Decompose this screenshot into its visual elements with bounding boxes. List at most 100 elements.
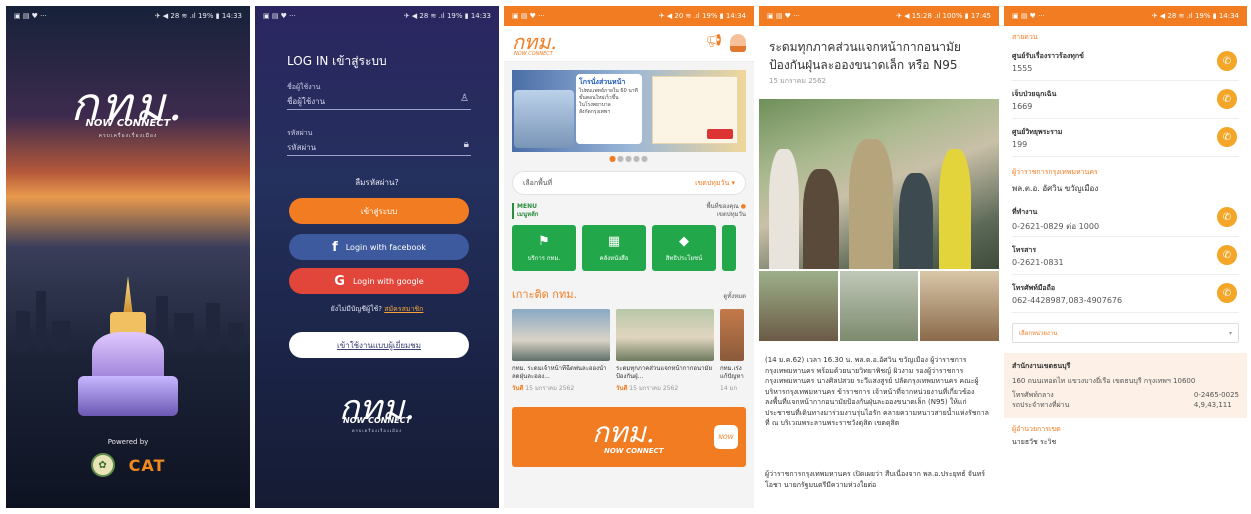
banner-line: ไปพบแพทย์ภายใน 60 นาที: [579, 88, 638, 94]
banner-line: สังกัดกรุงเทพฯ: [579, 109, 611, 115]
article-main-photo[interactable]: [759, 99, 999, 269]
phone-call-icon[interactable]: ✆: [1217, 245, 1237, 265]
guest-login-button[interactable]: เข้าใช้งานแบบผู้เยี่ยมชม: [289, 332, 469, 358]
username-field[interactable]: ชื่อผู้ใช้งาน ♙: [287, 92, 471, 110]
district-label: เลือกพื้นที่: [523, 178, 553, 187]
article-thumbnail[interactable]: [759, 271, 838, 341]
article-thumbnail[interactable]: [839, 271, 919, 341]
location-info: พื้นที่ของคุณ ● เขตปทุมวัน: [707, 203, 746, 219]
news-image: [616, 309, 714, 361]
google-login-button[interactable]: G Login with google: [289, 268, 469, 294]
tagline: ครบเครื่องเรื่องเมือง: [351, 428, 403, 433]
now-connect-text: NOW CONNECT: [85, 118, 171, 129]
status-right: ✈ ◀ 20 ≋ .ıl 19% ▮ 14:34: [658, 12, 746, 20]
location-label: พื้นที่ของคุณ: [706, 203, 739, 210]
phone-call-icon[interactable]: ✆: [1217, 283, 1237, 303]
tile-more[interactable]: [722, 225, 736, 271]
promo-banner[interactable]: โกรนั่งส่วนหน้า ไปพบแพทย์ภายใน 60 นาที ข…: [512, 70, 746, 152]
screenshot-collage: ▣ ▤ ♥ ··· ✈ ◀ 28 ≋ .ıl 19% ▮ 14:33 กทม. …: [0, 0, 1251, 514]
contact-item: โทรสาร 0-2621-0831 ✆: [1012, 237, 1239, 275]
news-card[interactable]: ระดมทุกภาคส่วนแจกหน้ากากอนามัยป้องกันฝุ่…: [616, 309, 714, 393]
carousel-dots[interactable]: ●●●●●: [504, 154, 754, 163]
contact-name: โทรศัพท์มือถือ: [1012, 284, 1056, 292]
phone-call-icon[interactable]: ✆: [1217, 127, 1237, 147]
contact-phone: 1669: [1012, 102, 1033, 111]
home-screen: ▣ ▤ ♥ ··· ✈ ◀ 20 ≋ .ıl 19% ▮ 14:34 กทม. …: [504, 6, 754, 508]
guest-button-label: เข้าใช้งานแบบผู้เยี่ยมชม: [337, 340, 421, 350]
office-card: สำนักงานเขตธนบุรี 160 ถนนเทอดไท แขวงบางย…: [1004, 353, 1247, 418]
status-right: ✈ ◀ 28 ≋ .ıl 19% ▮ 14:33: [403, 12, 491, 20]
banner-poster: [652, 76, 738, 144]
governor-section-title: ผู้ว่าราชการกรุงเทพมหานคร: [1012, 168, 1098, 176]
tile-bma-services[interactable]: ⚑ บริการ กทม.: [512, 225, 576, 271]
no-account-text: ยังไม่มีบัญชีผู้ใช้?: [330, 305, 383, 313]
facebook-button-label: Login with facebook: [345, 242, 426, 252]
central-phone-label: โทรศัพท์กลาง: [1012, 391, 1054, 399]
chevron-down-icon: ▾: [1228, 329, 1232, 337]
menu-sub: เมนูหลัก: [517, 211, 539, 218]
department-dropdown[interactable]: เลือกหน่วยงาน ▾: [1012, 323, 1239, 343]
map-pin-icon: ●: [740, 203, 746, 210]
contact-phone: 0-2621-0829 ต่อ 1000: [1012, 222, 1100, 231]
app-header: กทม. NOW CONNECT 📢︎: [504, 26, 754, 62]
phone-call-icon[interactable]: ✆: [1217, 207, 1237, 227]
dropdown-placeholder: เลือกหน่วยงาน: [1019, 330, 1058, 337]
hotline-section-title: สายด่วน: [1012, 33, 1038, 41]
central-phone-sub: รถประจำทางที่ผ่าน: [1012, 401, 1070, 409]
office-address: 160 ถนนเทอดไท แขวงบางยี่เรือ เขตธนบุรี ก…: [1012, 377, 1196, 385]
banner-line: ขั้นตอนใหม่เร็วขึ้น: [579, 95, 619, 101]
login-button[interactable]: เข้าสู่ระบบ: [289, 198, 469, 224]
news-card-title: กทม.เร่ง แก้ปัญหา: [720, 365, 744, 380]
tile-library[interactable]: ▦ คลังหนังสือ: [582, 225, 646, 271]
facebook-icon: f: [332, 239, 338, 255]
news-header: เกาะติด กทม. ดูทั้งหมด: [512, 285, 746, 303]
password-field[interactable]: รหัสผ่าน 🔒︎: [287, 138, 471, 156]
phone-call-icon[interactable]: ✆: [1217, 51, 1237, 71]
login-screen: ▣ ▤ ♥ ··· ✈ ◀ 28 ≋ .ıl 19% ▮ 14:33 LOG I…: [255, 6, 499, 508]
article-date: 15 มกราคม 2562: [769, 77, 827, 85]
tile-label: คลังหนังสือ: [599, 254, 629, 262]
district-selector[interactable]: เลือกพื้นที่ เขตปทุมวัน ▾: [512, 171, 746, 195]
partner-logos: ✿ CAT: [6, 453, 250, 477]
tagline: ครบเครื่องเรื่องเมือง: [98, 133, 158, 139]
avatar[interactable]: [730, 34, 746, 52]
news-see-all-link[interactable]: ดูทั้งหมด: [723, 291, 746, 301]
menu-label: MENU: [517, 203, 537, 210]
register-prompt: ยังไม่มีบัญชีผู้ใช้? สมัครสมาชิก: [255, 304, 499, 315]
contact-name: โทรสาร: [1012, 246, 1037, 254]
news-card-title: กทม. ระดมเจ้าหน้าที่ฉีดพ่นละอองน้ำลดฝุ่น…: [512, 365, 607, 380]
status-right: ✈ ◀ 15:28 .ıl 100% ▮ 17:45: [896, 12, 991, 20]
news-card-day: วันดี: [616, 385, 628, 392]
app-logo: กทม.: [70, 77, 186, 131]
menu-title: MENU เมนูหลัก: [512, 203, 538, 219]
article-thumbnail[interactable]: [920, 271, 999, 341]
golden-mount-temple: [78, 276, 178, 426]
news-card[interactable]: กทม. ระดมเจ้าหน้าที่ฉีดพ่นละอองน้ำลดฝุ่น…: [512, 309, 610, 393]
central-phone[interactable]: 0-2465-0025: [1194, 390, 1239, 400]
bma-seal-icon: ✿: [90, 453, 115, 477]
status-bar: ▣ ▤ ♥ ··· ✈ ◀ 28 ≋ .ıl 19% ▮ 14:33: [255, 6, 499, 26]
status-bar: ▣ ▤ ♥ ··· ✈ ◀ 15:28 .ıl 100% ▮ 17:45: [759, 6, 999, 26]
megaphone-icon[interactable]: 📢︎: [705, 34, 722, 52]
status-bar: ▣ ▤ ♥ ··· ✈ ◀ 28 ≋ .ıl 19% ▮ 14:33: [6, 6, 250, 26]
contact-phone: 199: [1012, 140, 1028, 149]
news-title: เกาะติด กทม.: [512, 288, 577, 301]
username-placeholder: ชื่อผู้ใช้งาน: [287, 97, 326, 106]
tile-privileges[interactable]: ◆ สิทธิประโยชน์: [652, 225, 716, 271]
article-body-continued: ผู้ว่าราชการกรุงเทพมหานคร เปิดเผยว่า สืบ…: [765, 470, 986, 489]
contacts-screen: ▣ ▤ ♥ ··· ✈ ◀ 28 ≋ .ıl 19% ▮ 14:34 สายด่…: [1004, 6, 1247, 508]
app-promo-banner[interactable]: กทม. NOW CONNECT NOW: [512, 407, 746, 467]
chevron-down-icon: ▾: [731, 178, 735, 187]
forgot-password-link[interactable]: ลืมรหัสผ่าน?: [255, 176, 499, 189]
login-button-label: เข้าสู่ระบบ: [360, 206, 398, 216]
facebook-login-button[interactable]: f Login with facebook: [289, 234, 469, 260]
register-link[interactable]: สมัครสมาชิก: [384, 305, 423, 313]
header-actions: 📢︎: [705, 34, 746, 52]
status-bar: ▣ ▤ ♥ ··· ✈ ◀ 28 ≋ .ıl 19% ▮ 14:34: [1004, 6, 1247, 26]
article-title: ระดมทุกภาคส่วนแจกหน้ากากอนามัยป้องกันฝุ่…: [769, 40, 961, 72]
news-card[interactable]: กทม.เร่ง แก้ปัญหา 14 มก: [720, 309, 744, 393]
location-value: เขตปทุมวัน: [716, 211, 746, 218]
phone-call-icon[interactable]: ✆: [1217, 89, 1237, 109]
status-left-icons: ▣ ▤ ♥ ···: [1012, 12, 1045, 20]
news-image: [512, 309, 610, 361]
